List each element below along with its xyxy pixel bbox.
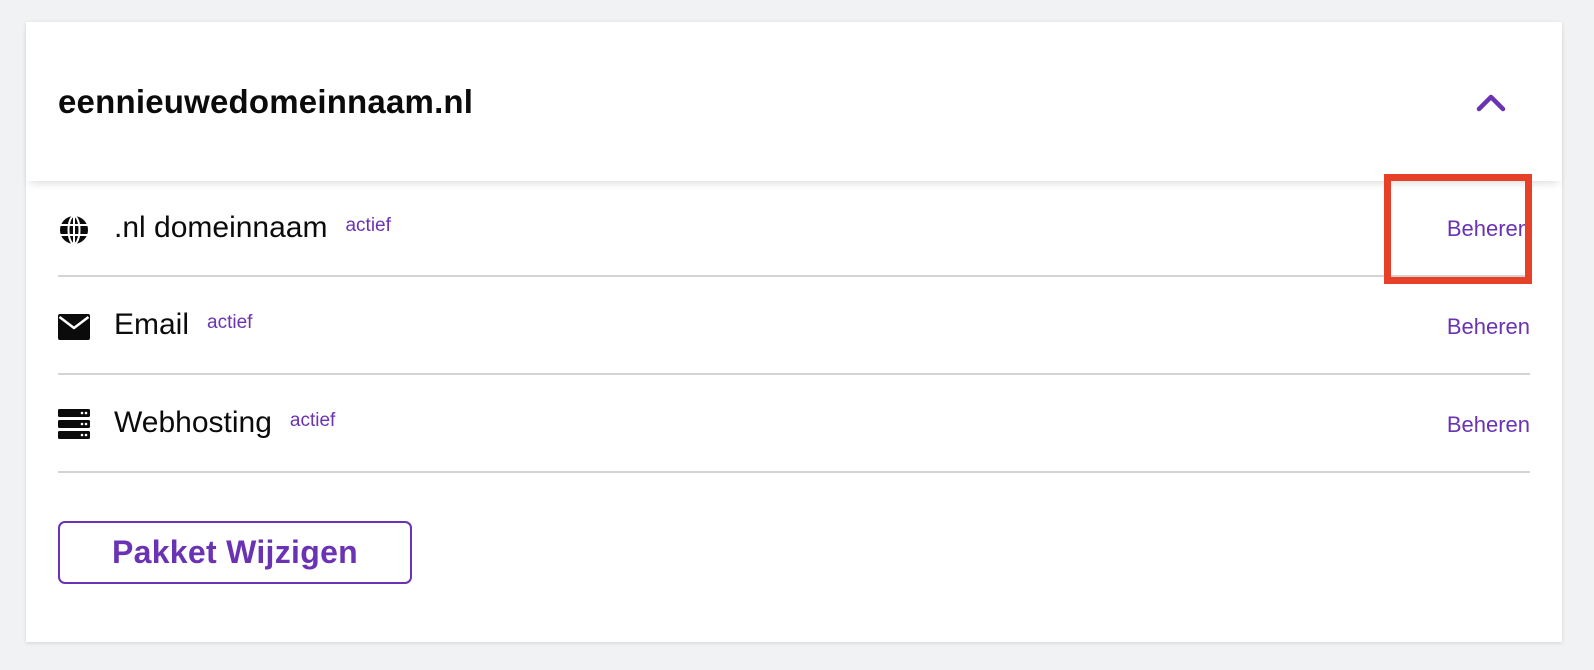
collapse-toggle[interactable] — [1468, 82, 1514, 122]
domain-package-card: eennieuwedomeinnaam.nl .nl domeinnaam act… — [26, 22, 1562, 642]
status-badge: actief — [345, 215, 391, 236]
manage-email-link[interactable]: Beheren — [1447, 314, 1530, 340]
product-name-text: Webhosting — [114, 406, 272, 439]
product-name-text: .nl domeinnaam — [114, 211, 328, 244]
product-row-domain: .nl domeinnaam actief Beheren — [58, 181, 1530, 277]
server-icon — [58, 408, 90, 440]
manage-domain-link[interactable]: Beheren — [1447, 216, 1530, 242]
status-badge: actief — [207, 312, 253, 333]
product-list: .nl domeinnaam actief Beheren Email actief… — [58, 181, 1530, 473]
globe-icon — [58, 214, 90, 246]
card-header: eennieuwedomeinnaam.nl — [26, 22, 1562, 181]
envelope-icon — [58, 311, 90, 343]
manage-webhosting-link[interactable]: Beheren — [1447, 412, 1530, 438]
product-row-email: Email actief Beheren — [58, 277, 1530, 375]
product-name: .nl domeinnaam actief — [114, 210, 391, 246]
product-row-webhosting: Webhosting actief Beheren — [58, 375, 1530, 473]
product-name: Email actief — [114, 307, 252, 343]
status-badge: actief — [289, 410, 336, 431]
change-package-button[interactable]: Pakket Wijzigen — [58, 521, 412, 584]
product-name: Webhosting actief — [114, 405, 335, 441]
domain-title: eennieuwedomeinnaam.nl — [58, 83, 474, 120]
product-name-text: Email — [114, 308, 190, 341]
chevron-up-icon — [1476, 94, 1506, 112]
